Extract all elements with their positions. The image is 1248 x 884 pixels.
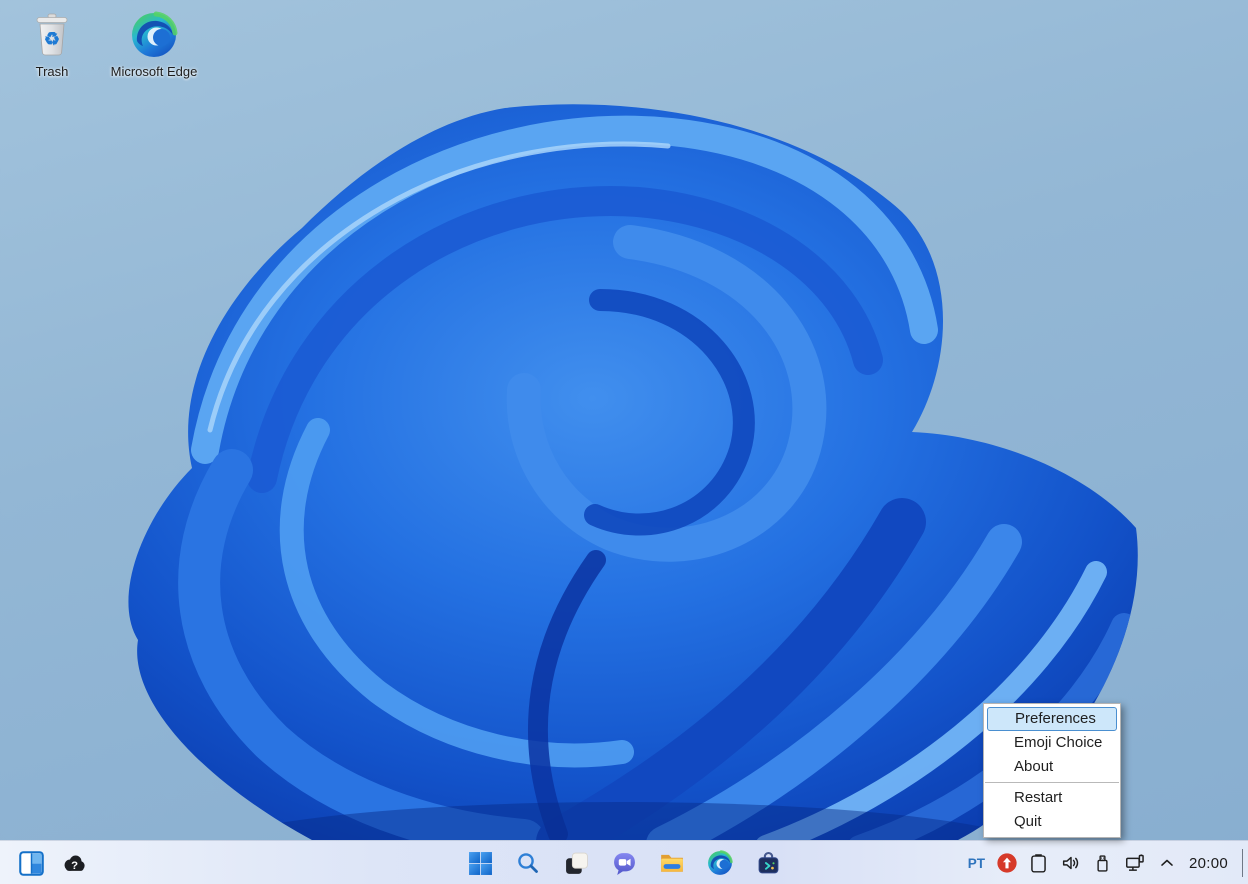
clipboard-icon[interactable] (1027, 851, 1051, 875)
menu-item-quit[interactable]: Quit (984, 810, 1120, 834)
edge-icon (108, 8, 200, 62)
weather-cloud-icon[interactable]: ? (61, 850, 87, 876)
search-icon[interactable] (515, 850, 541, 876)
menu-item-restart[interactable]: Restart (984, 786, 1120, 810)
tray-context-menu: Preferences Emoji Choice About Restart Q… (983, 703, 1121, 838)
toolbox-icon[interactable] (755, 850, 781, 876)
svg-text:?: ? (71, 860, 78, 872)
taskbar-center (467, 841, 781, 884)
svg-text:♻: ♻ (44, 29, 60, 49)
chevron-up-icon[interactable] (1155, 851, 1179, 875)
taskbar-left: ? (18, 841, 87, 884)
taskbar: ? PT 20:00 (0, 840, 1248, 884)
show-desktop-button[interactable] (1242, 849, 1243, 877)
menu-item-preferences[interactable]: Preferences (987, 707, 1117, 731)
file-explorer-icon[interactable] (659, 850, 685, 876)
desktop-icon-label: Microsoft Edge (110, 64, 198, 79)
taskbar-clock[interactable]: 20:00 (1187, 855, 1230, 872)
display-icon[interactable] (1123, 851, 1147, 875)
volume-icon[interactable] (1059, 851, 1083, 875)
update-badge-icon[interactable] (995, 851, 1019, 875)
desktop-icon-trash[interactable]: ♻ Trash (6, 8, 98, 79)
edge-icon[interactable] (707, 850, 733, 876)
task-view-icon[interactable] (563, 850, 589, 876)
taskbar-tray: PT 20:00 (966, 841, 1243, 884)
start-icon[interactable] (467, 850, 493, 876)
menu-item-about[interactable]: About (984, 755, 1120, 779)
desktop-icon-edge[interactable]: Microsoft Edge (108, 8, 200, 79)
desktop-icon-label: Trash (35, 64, 69, 79)
workspace-pager-icon[interactable] (18, 850, 44, 876)
usb-drive-icon[interactable] (1091, 851, 1115, 875)
menu-separator (985, 782, 1119, 783)
trash-icon: ♻ (6, 8, 98, 62)
language-indicator[interactable]: PT (966, 856, 987, 871)
chat-icon[interactable] (611, 850, 637, 876)
menu-item-emoji-choice[interactable]: Emoji Choice (984, 731, 1120, 755)
